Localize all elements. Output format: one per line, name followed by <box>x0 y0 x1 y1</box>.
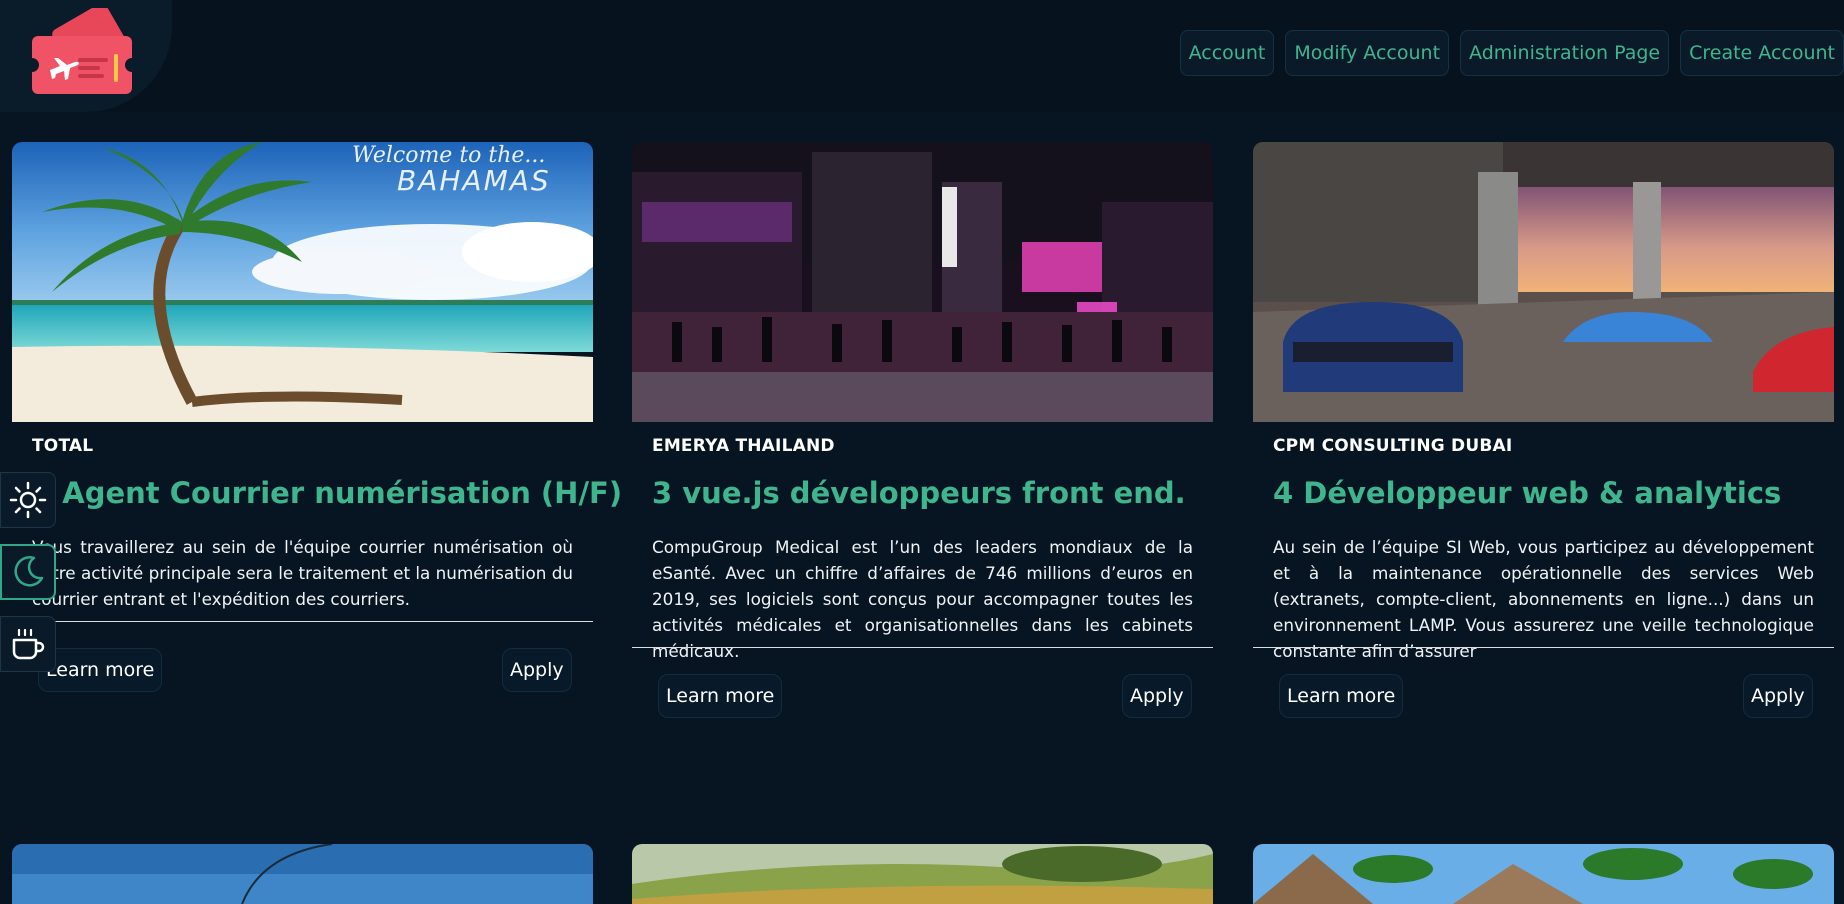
card-image-dubai-showroom <box>1253 142 1834 422</box>
card-divider <box>12 621 593 622</box>
nav-modify-account[interactable]: Modify Account <box>1285 30 1450 76</box>
coffee-theme-button[interactable] <box>0 616 56 672</box>
moon-icon <box>14 556 44 587</box>
card-divider <box>632 647 1213 648</box>
bahamas-caption-line2: BAHAMAS <box>397 164 551 197</box>
sun-icon <box>9 481 47 519</box>
boarding-ticket-icon[interactable] <box>28 8 136 98</box>
coffee-cup-icon <box>12 628 45 660</box>
apply-button[interactable]: Apply <box>502 648 572 692</box>
card-title: 1 Agent Courrier numérisation (H/F) <box>32 476 623 510</box>
card-divider <box>1253 647 1834 648</box>
card-description: CompuGroup Medical est l’un des leaders … <box>652 537 1193 661</box>
learn-more-button[interactable]: Learn more <box>38 648 163 692</box>
nav-account[interactable]: Account <box>1179 30 1275 76</box>
card-image-bahamas: Welcome to the... BAHAMAS <box>12 142 593 422</box>
card-title: 4 Développeur web & analytics <box>1273 476 1782 510</box>
apply-button[interactable]: Apply <box>1743 674 1813 718</box>
card-image-resort <box>1253 844 1834 904</box>
card-title: 3 vue.js développeurs front end. <box>652 476 1186 510</box>
apply-button[interactable]: Apply <box>1122 674 1192 718</box>
nav-administration-page[interactable]: Administration Page <box>1460 30 1670 76</box>
top-header: Account Modify Account Administration Pa… <box>0 0 1844 112</box>
job-card: CPM CONSULTING DUBAI 4 Développeur web &… <box>1253 142 1834 722</box>
dark-theme-button[interactable] <box>0 544 56 600</box>
card-description: Au sein de l’équipe SI Web, vous partici… <box>1273 537 1814 661</box>
light-theme-button[interactable] <box>0 472 56 528</box>
card-description: Vous travaillerez au sein de l'équipe co… <box>32 537 573 609</box>
card-image-fishing <box>12 844 593 904</box>
card-company: CPM CONSULTING DUBAI <box>1273 436 1513 456</box>
logo-container[interactable] <box>0 0 172 112</box>
card-image-rice-terraces <box>632 844 1213 904</box>
main-nav: Account Modify Account Administration Pa… <box>1179 30 1844 76</box>
learn-more-button[interactable]: Learn more <box>658 674 783 718</box>
card-image-thailand-street <box>632 142 1213 422</box>
nav-create-account[interactable]: Create Account <box>1680 30 1844 76</box>
job-card: Welcome to the... BAHAMAS TOTAL 1 Agent … <box>12 142 622 722</box>
card-company: EMERYA THAILAND <box>652 436 835 456</box>
card-company: TOTAL <box>32 436 94 456</box>
job-card: EMERYA THAILAND 3 vue.js développeurs fr… <box>632 142 1213 722</box>
learn-more-button[interactable]: Learn more <box>1279 674 1404 718</box>
